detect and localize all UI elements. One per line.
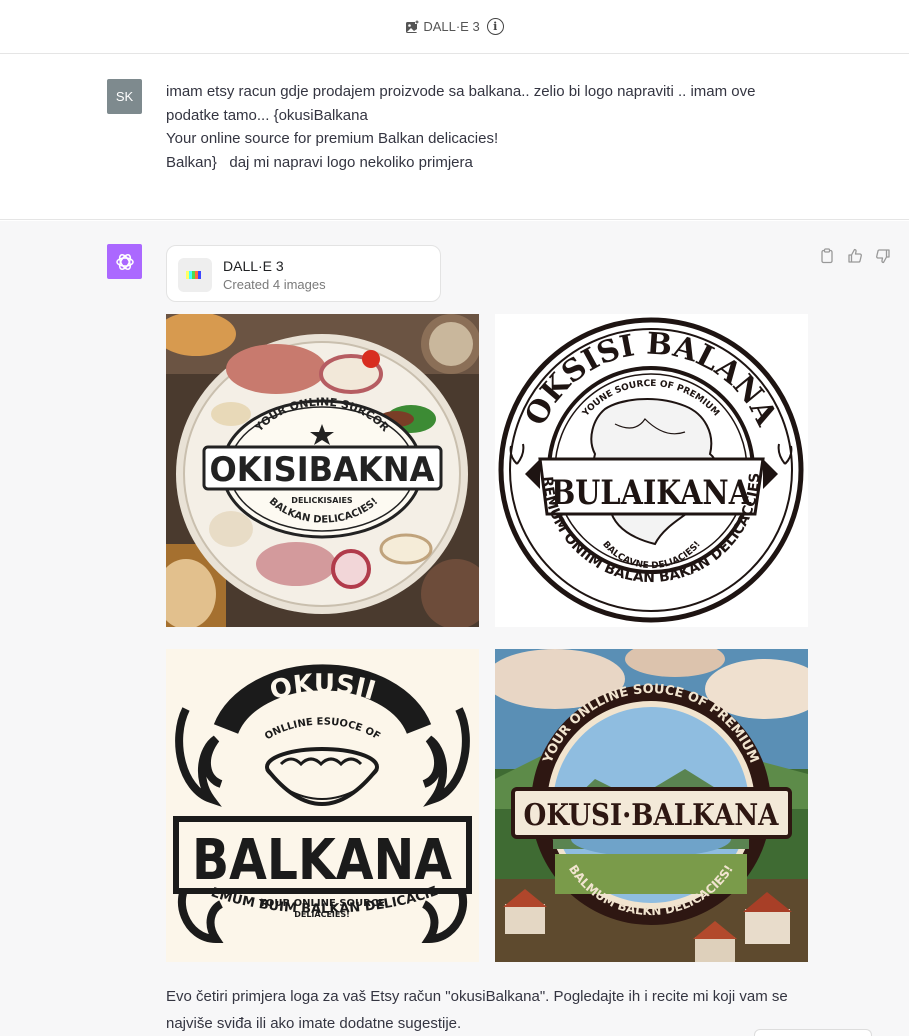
model-selector[interactable]: DALL·E 3 i <box>405 18 504 35</box>
logo1-main-text: OKISIBAKNA <box>210 450 436 490</box>
logo1-sub-text: DELICKISAIES <box>291 496 353 505</box>
message-actions <box>819 248 891 264</box>
regenerate-button[interactable] <box>754 1029 872 1036</box>
thumbs-down-icon[interactable] <box>875 248 891 264</box>
generated-image-2[interactable]: OKSISI BALANA YOUNE SOURCE OF PREMIUM BU… <box>495 314 808 627</box>
openai-logo-icon <box>115 253 134 270</box>
thumbs-up-icon[interactable] <box>847 248 863 264</box>
image-plus-icon <box>405 19 420 34</box>
assistant-message-row: DALL·E 3 Created 4 images YOUR ONLINE SU… <box>0 221 909 1036</box>
user-message-line: Balkan} daj mi napravi logo nekoliko pri… <box>166 153 473 171</box>
generated-image-1[interactable]: YOUR ONLINE SURCOR OKISIBAKNA DELICKISAI… <box>166 314 479 627</box>
assistant-avatar <box>107 244 142 279</box>
logo2-main-text: BULAIKANA <box>551 473 752 513</box>
user-message-row: SK imam etsy racun gdje prodajem proizvo… <box>0 54 909 220</box>
user-message: imam etsy racun gdje prodajem proizvode … <box>166 80 806 174</box>
dalle-icon <box>178 258 212 292</box>
generated-image-4[interactable]: YOUR ONLLINE SOUCE OF PREMIUM OKUSI·BALK… <box>495 649 808 962</box>
top-bar: DALL·E 3 i <box>0 0 909 54</box>
tool-card-subtitle: Created 4 images <box>223 277 326 292</box>
user-avatar: SK <box>107 79 142 114</box>
assistant-reply-text: Evo četiri primjera loga za vaš Etsy rač… <box>166 988 788 1032</box>
user-message-line: Your online source for premium Balkan de… <box>166 130 499 147</box>
model-label: DALL·E 3 <box>423 19 480 34</box>
clipboard-icon[interactable] <box>819 248 835 264</box>
dalle-tool-card[interactable]: DALL·E 3 Created 4 images <box>166 245 441 302</box>
user-message-line: imam etsy racun gdje prodajem proizvode … <box>166 83 760 124</box>
generated-image-3[interactable]: OKUSII ONLLINE ESUOCE OF BALKANA YOUR ON… <box>166 649 479 962</box>
info-icon[interactable]: i <box>486 18 504 35</box>
logo4-main-text: OKUSI·BALKANA <box>524 798 780 833</box>
logo3-main-text: BALKANA <box>192 828 453 893</box>
tool-card-title: DALL·E 3 <box>223 258 284 274</box>
